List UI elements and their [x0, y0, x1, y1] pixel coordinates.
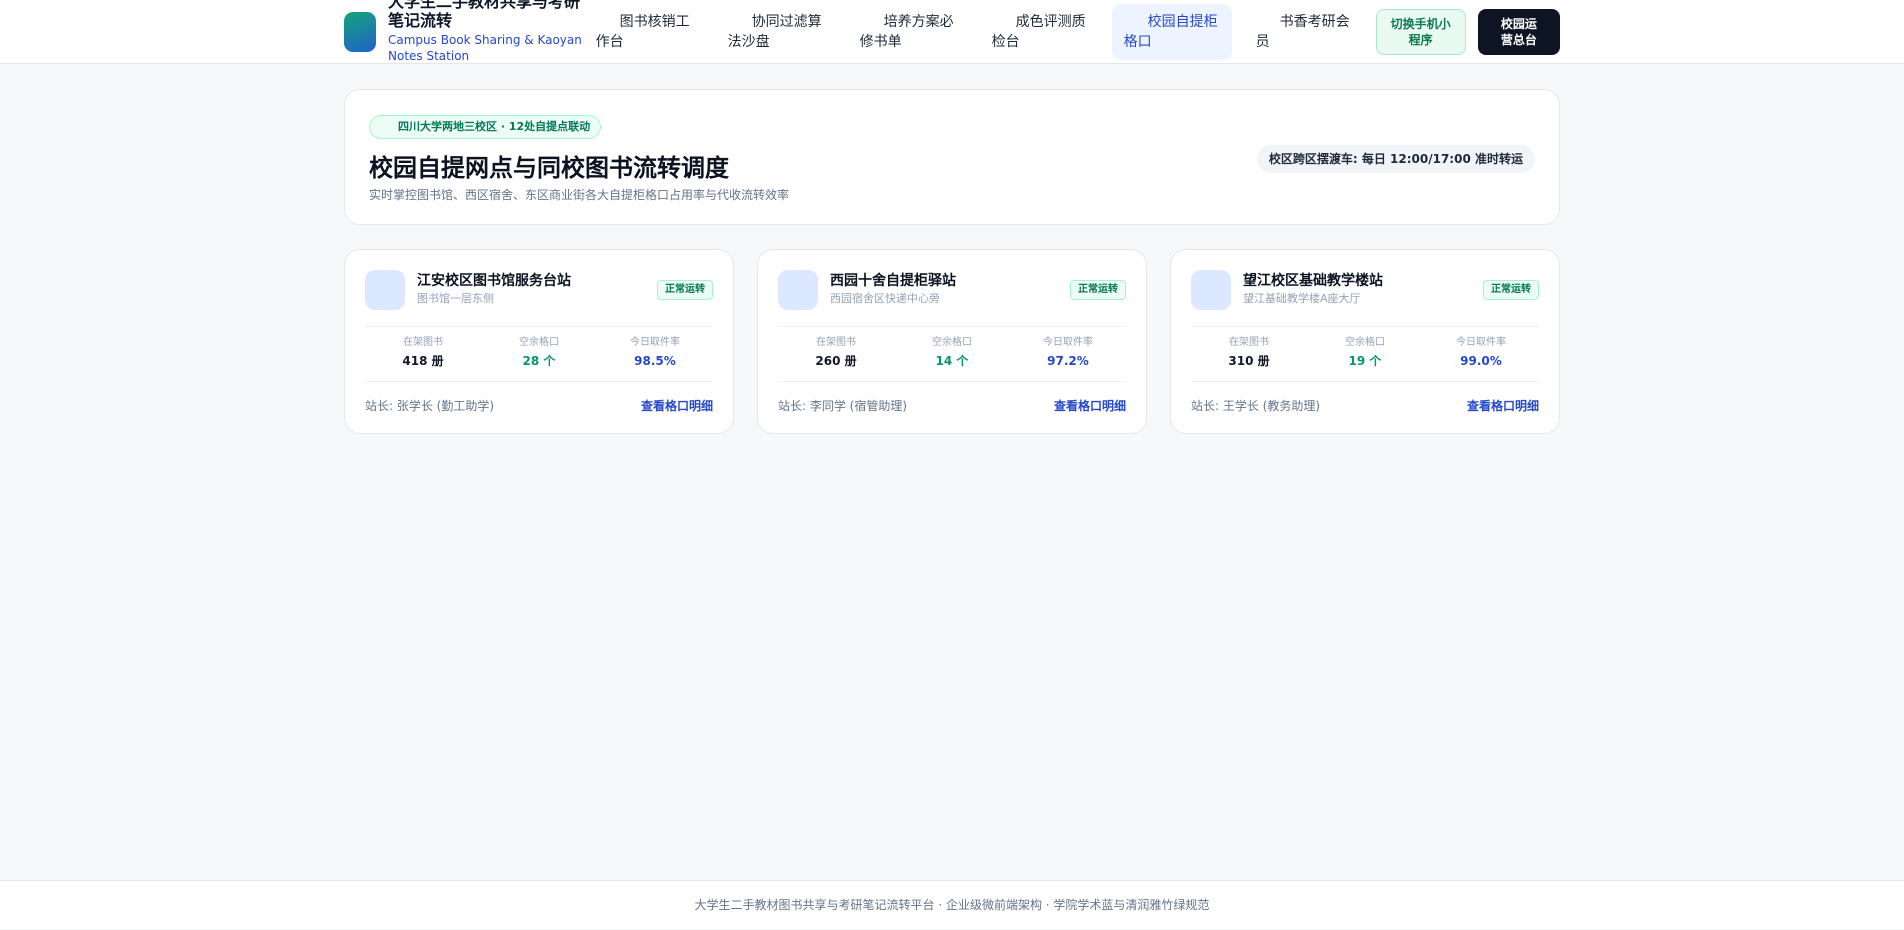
- stat-value: 310 册: [1228, 354, 1270, 368]
- top-header: 大学生二手教材共享与考研笔记流转 Campus Book Sharing & K…: [0, 0, 1904, 64]
- nav-item-required-booklist[interactable]: 培养方案必修书单: [848, 4, 968, 60]
- stat-label: 空余格口: [519, 337, 559, 348]
- station-card: 望江校区基础教学楼站 望江基础教学楼A座大厅 正常运转 在架图书 310 册 空…: [1170, 249, 1560, 434]
- stat-value: 19 个: [1348, 354, 1382, 368]
- view-slot-details-link[interactable]: 查看格口明细: [641, 398, 713, 414]
- brand-title: 大学生二手教材共享与考研笔记流转: [388, 0, 581, 30]
- nav-item-label: 书香考研会员: [1255, 14, 1350, 50]
- nav-item-label: 成色评测质检台: [991, 14, 1086, 50]
- nav-item-label: 培养方案必修书单: [859, 14, 954, 50]
- stat-free-slots: 空余格口 19 个: [1307, 327, 1423, 381]
- station-manager: 站长: 张学长 (勤工助学): [365, 399, 495, 413]
- station-stats: 在架图书 310 册 空余格口 19 个 今日取件率 99.0%: [1191, 326, 1539, 382]
- status-badge: 正常运转: [657, 280, 713, 300]
- stat-label: 今日取件率: [630, 337, 680, 348]
- view-slot-details-link[interactable]: 查看格口明细: [1467, 398, 1539, 414]
- stat-label: 在架图书: [1229, 337, 1269, 348]
- stat-free-slots: 空余格口 14 个: [894, 327, 1010, 381]
- nav-item-label: 图书核销工作台: [595, 14, 690, 50]
- stat-pickup-rate: 今日取件率 98.5%: [597, 327, 713, 381]
- stat-value: 260 册: [815, 354, 857, 368]
- nav-item-pickup-lockers[interactable]: 校园自提柜格口: [1111, 4, 1232, 60]
- station-manager: 站长: 王学长 (教务助理): [1191, 399, 1321, 413]
- station-location: 西园宿舍区快递中心旁: [830, 292, 940, 305]
- app-logo: [344, 12, 376, 52]
- stat-pickup-rate: 今日取件率 97.2%: [1010, 327, 1126, 381]
- station-icon: [1191, 270, 1231, 310]
- station-name: 望江校区基础教学楼站: [1243, 273, 1383, 289]
- nav-item-membership[interactable]: 书香考研会员: [1244, 4, 1364, 60]
- stat-free-slots: 空余格口 28 个: [481, 327, 597, 381]
- stat-label: 在架图书: [403, 337, 443, 348]
- stat-label: 今日取件率: [1043, 337, 1093, 348]
- page-title: 校园自提网点与同校图书流转调度: [369, 154, 729, 182]
- station-card: 西园十舍自提柜驿站 西园宿舍区快递中心旁 正常运转 在架图书 260 册 空余格…: [757, 249, 1147, 434]
- nav-item-label: 校园自提柜格口: [1123, 14, 1218, 50]
- brand-subtitle: Campus Book Sharing & Kaoyan Notes Stati…: [388, 33, 582, 63]
- station-name: 江安校区图书馆服务台站: [417, 273, 571, 289]
- stat-value: 99.0%: [1460, 354, 1502, 368]
- page-description: 实时掌控图书馆、西区宿舍、东区商业街各大自提柜格口占用率与代收流转效率: [369, 188, 790, 202]
- brand: 大学生二手教材共享与考研笔记流转 Campus Book Sharing & K…: [388, 0, 584, 64]
- stat-value: 98.5%: [634, 354, 676, 368]
- stat-value: 97.2%: [1047, 354, 1089, 368]
- stat-books: 在架图书 260 册: [778, 327, 894, 381]
- stat-label: 空余格口: [1345, 337, 1385, 348]
- footer-text: 大学生二手教材图书共享与考研笔记流转平台 · 企业级微前端架构 · 学院学术蓝与…: [694, 898, 1210, 912]
- stat-value: 418 册: [402, 354, 444, 368]
- nav-item-cf-sandbox[interactable]: 协同过滤算法沙盘: [716, 4, 836, 60]
- ops-console-button[interactable]: 校园运营总台: [1477, 9, 1560, 55]
- status-badge: 正常运转: [1070, 280, 1126, 300]
- stat-value: 28 个: [522, 354, 556, 368]
- station-icon: [778, 270, 818, 310]
- header-inner: 大学生二手教材共享与考研笔记流转 Campus Book Sharing & K…: [344, 0, 1560, 64]
- station-icon: [365, 270, 405, 310]
- nav-item-checkout-workbench[interactable]: 图书核销工作台: [584, 4, 704, 60]
- shuttle-info-badge: 校区跨区摆渡车: 每日 12:00/17:00 准时转运: [1256, 145, 1535, 173]
- main-nav: 图书核销工作台 协同过滤算法沙盘 培养方案必修书单 成色评测质检台 校园自提柜格…: [584, 0, 1376, 64]
- page-footer: 大学生二手教材图书共享与考研笔记流转平台 · 企业级微前端架构 · 学院学术蓝与…: [0, 880, 1904, 929]
- hero-panel: 四川大学两地三校区 · 12处自提点联动 校园自提网点与同校图书流转调度 实时掌…: [344, 89, 1560, 225]
- stat-label: 在架图书: [816, 337, 856, 348]
- station-manager: 站长: 李同学 (宿管助理): [778, 399, 908, 413]
- station-cards: 江安校区图书馆服务台站 图书馆一层东侧 正常运转 在架图书 418 册 空余格口…: [344, 249, 1560, 434]
- station-name: 西园十舍自提柜驿站: [830, 273, 956, 289]
- status-badge: 正常运转: [1483, 280, 1539, 300]
- stat-books: 在架图书 418 册: [365, 327, 481, 381]
- nav-item-label: 协同过滤算法沙盘: [727, 14, 822, 50]
- station-card: 江安校区图书馆服务台站 图书馆一层东侧 正常运转 在架图书 418 册 空余格口…: [344, 249, 734, 434]
- stat-pickup-rate: 今日取件率 99.0%: [1423, 327, 1539, 381]
- station-location: 望江基础教学楼A座大厅: [1243, 292, 1361, 305]
- station-stats: 在架图书 418 册 空余格口 28 个 今日取件率 98.5%: [365, 326, 713, 382]
- stat-label: 今日取件率: [1456, 337, 1506, 348]
- station-stats: 在架图书 260 册 空余格口 14 个 今日取件率 97.2%: [778, 326, 1126, 382]
- view-slot-details-link[interactable]: 查看格口明细: [1054, 398, 1126, 414]
- nav-item-quality-inspection[interactable]: 成色评测质检台: [980, 4, 1100, 60]
- stat-value: 14 个: [935, 354, 969, 368]
- stat-books: 在架图书 310 册: [1191, 327, 1307, 381]
- campus-badge: 四川大学两地三校区 · 12处自提点联动: [369, 115, 602, 139]
- stat-label: 空余格口: [932, 337, 972, 348]
- switch-mini-program-button[interactable]: 切换手机小程序: [1375, 9, 1466, 55]
- station-location: 图书馆一层东侧: [417, 292, 494, 305]
